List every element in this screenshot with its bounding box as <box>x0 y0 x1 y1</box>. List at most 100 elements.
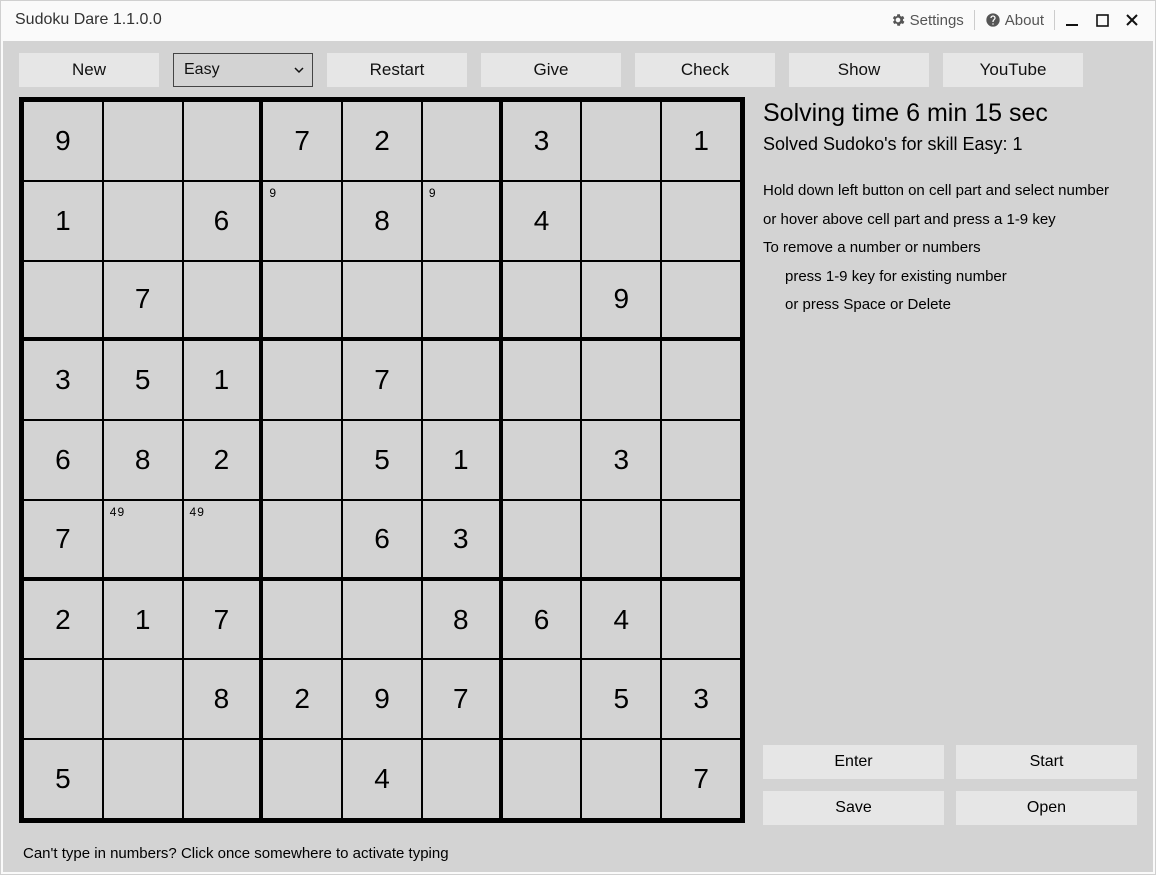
sudoku-cell[interactable] <box>183 261 263 341</box>
sudoku-cell[interactable] <box>502 261 582 341</box>
new-button[interactable]: New <box>19 53 159 87</box>
sudoku-cell[interactable]: 4 <box>502 181 582 261</box>
sudoku-cell[interactable] <box>422 340 502 420</box>
close-button[interactable] <box>1117 5 1147 35</box>
sudoku-cell[interactable] <box>262 580 342 660</box>
sudoku-cell[interactable] <box>661 420 741 500</box>
sudoku-cell[interactable]: 9 <box>262 181 342 261</box>
difficulty-select[interactable]: Easy <box>173 53 313 87</box>
sudoku-cell[interactable] <box>502 420 582 500</box>
sudoku-cell[interactable]: 2 <box>342 101 422 181</box>
sudoku-cell[interactable] <box>581 500 661 580</box>
sudoku-cell[interactable] <box>342 261 422 341</box>
sudoku-cell[interactable]: 2 <box>23 580 103 660</box>
about-button[interactable]: About <box>977 8 1052 33</box>
sudoku-cell[interactable] <box>23 659 103 739</box>
sudoku-cell[interactable] <box>422 261 502 341</box>
sudoku-cell[interactable] <box>661 181 741 261</box>
sudoku-cell[interactable]: 3 <box>581 420 661 500</box>
sudoku-cell[interactable]: 3 <box>422 500 502 580</box>
sudoku-cell[interactable]: 2 <box>183 420 263 500</box>
sudoku-cell[interactable] <box>502 340 582 420</box>
sudoku-cell[interactable]: 5 <box>103 340 183 420</box>
restart-button[interactable]: Restart <box>327 53 467 87</box>
sudoku-cell[interactable] <box>581 340 661 420</box>
sudoku-cell[interactable] <box>342 580 422 660</box>
save-button[interactable]: Save <box>763 791 944 825</box>
sudoku-cell[interactable] <box>262 420 342 500</box>
sudoku-cell[interactable] <box>581 739 661 819</box>
sudoku-cell[interactable]: 9 <box>23 101 103 181</box>
sudoku-cell[interactable]: 6 <box>502 580 582 660</box>
sudoku-cell[interactable]: 8 <box>342 181 422 261</box>
maximize-button[interactable] <box>1087 5 1117 35</box>
sudoku-cell[interactable] <box>183 739 263 819</box>
open-button[interactable]: Open <box>956 791 1137 825</box>
sudoku-cell[interactable] <box>262 500 342 580</box>
sudoku-cell[interactable] <box>103 739 183 819</box>
give-button[interactable]: Give <box>481 53 621 87</box>
sudoku-cell[interactable] <box>661 580 741 660</box>
sudoku-cell[interactable]: 7 <box>23 500 103 580</box>
sudoku-cell[interactable]: 7 <box>103 261 183 341</box>
sudoku-cell[interactable]: 1 <box>422 420 502 500</box>
sudoku-cell[interactable]: 1 <box>23 181 103 261</box>
sudoku-cell[interactable]: 7 <box>422 659 502 739</box>
enter-button[interactable]: Enter <box>763 745 944 779</box>
youtube-button[interactable]: YouTube <box>943 53 1083 87</box>
sudoku-cell[interactable] <box>422 739 502 819</box>
sudoku-cell[interactable] <box>502 659 582 739</box>
check-button[interactable]: Check <box>635 53 775 87</box>
sudoku-cell[interactable] <box>502 500 582 580</box>
sudoku-cell[interactable]: 9 <box>342 659 422 739</box>
sudoku-cell[interactable]: 49 <box>103 500 183 580</box>
sudoku-cell[interactable]: 1 <box>103 580 183 660</box>
sudoku-cell[interactable] <box>262 340 342 420</box>
sudoku-cell[interactable] <box>183 101 263 181</box>
sudoku-cell[interactable] <box>103 101 183 181</box>
sudoku-cell[interactable]: 7 <box>342 340 422 420</box>
sudoku-cell[interactable]: 7 <box>661 739 741 819</box>
sudoku-cell[interactable]: 4 <box>581 580 661 660</box>
sudoku-cell[interactable]: 8 <box>183 659 263 739</box>
show-button[interactable]: Show <box>789 53 929 87</box>
sudoku-cell[interactable]: 4 <box>342 739 422 819</box>
sudoku-cell[interactable] <box>422 101 502 181</box>
sudoku-cell[interactable] <box>661 340 741 420</box>
sudoku-cell[interactable]: 7 <box>183 580 263 660</box>
sudoku-cell[interactable] <box>262 261 342 341</box>
sudoku-cell[interactable]: 3 <box>23 340 103 420</box>
sudoku-cell[interactable]: 9 <box>581 261 661 341</box>
sudoku-cell[interactable]: 1 <box>661 101 741 181</box>
client-area: New Easy Restart Give Check Show YouTube… <box>3 41 1153 872</box>
sudoku-cell[interactable]: 3 <box>502 101 582 181</box>
sudoku-cell[interactable]: 3 <box>661 659 741 739</box>
sudoku-cell[interactable] <box>262 739 342 819</box>
sudoku-cell[interactable]: 49 <box>183 500 263 580</box>
sudoku-cell[interactable]: 1 <box>183 340 263 420</box>
settings-button[interactable]: Settings <box>882 8 972 33</box>
sudoku-cell[interactable]: 7 <box>262 101 342 181</box>
sudoku-cell[interactable] <box>581 181 661 261</box>
minimize-button[interactable] <box>1057 5 1087 35</box>
sudoku-cell[interactable] <box>103 659 183 739</box>
sudoku-cell[interactable] <box>103 181 183 261</box>
sudoku-cell[interactable]: 6 <box>183 181 263 261</box>
sudoku-cell[interactable]: 9 <box>422 181 502 261</box>
sudoku-cell[interactable]: 8 <box>103 420 183 500</box>
sudoku-cell[interactable]: 6 <box>342 500 422 580</box>
sudoku-cell[interactable]: 8 <box>422 580 502 660</box>
sudoku-cell[interactable] <box>23 261 103 341</box>
hint-text: Hold down left button on cell part and s… <box>763 177 1137 320</box>
sudoku-cell[interactable]: 5 <box>342 420 422 500</box>
start-button[interactable]: Start <box>956 745 1137 779</box>
sudoku-cell[interactable] <box>661 261 741 341</box>
question-icon <box>985 12 1001 28</box>
sudoku-cell[interactable] <box>502 739 582 819</box>
sudoku-cell[interactable]: 6 <box>23 420 103 500</box>
sudoku-cell[interactable]: 2 <box>262 659 342 739</box>
sudoku-cell[interactable] <box>661 500 741 580</box>
sudoku-cell[interactable] <box>581 101 661 181</box>
sudoku-cell[interactable]: 5 <box>23 739 103 819</box>
sudoku-cell[interactable]: 5 <box>581 659 661 739</box>
